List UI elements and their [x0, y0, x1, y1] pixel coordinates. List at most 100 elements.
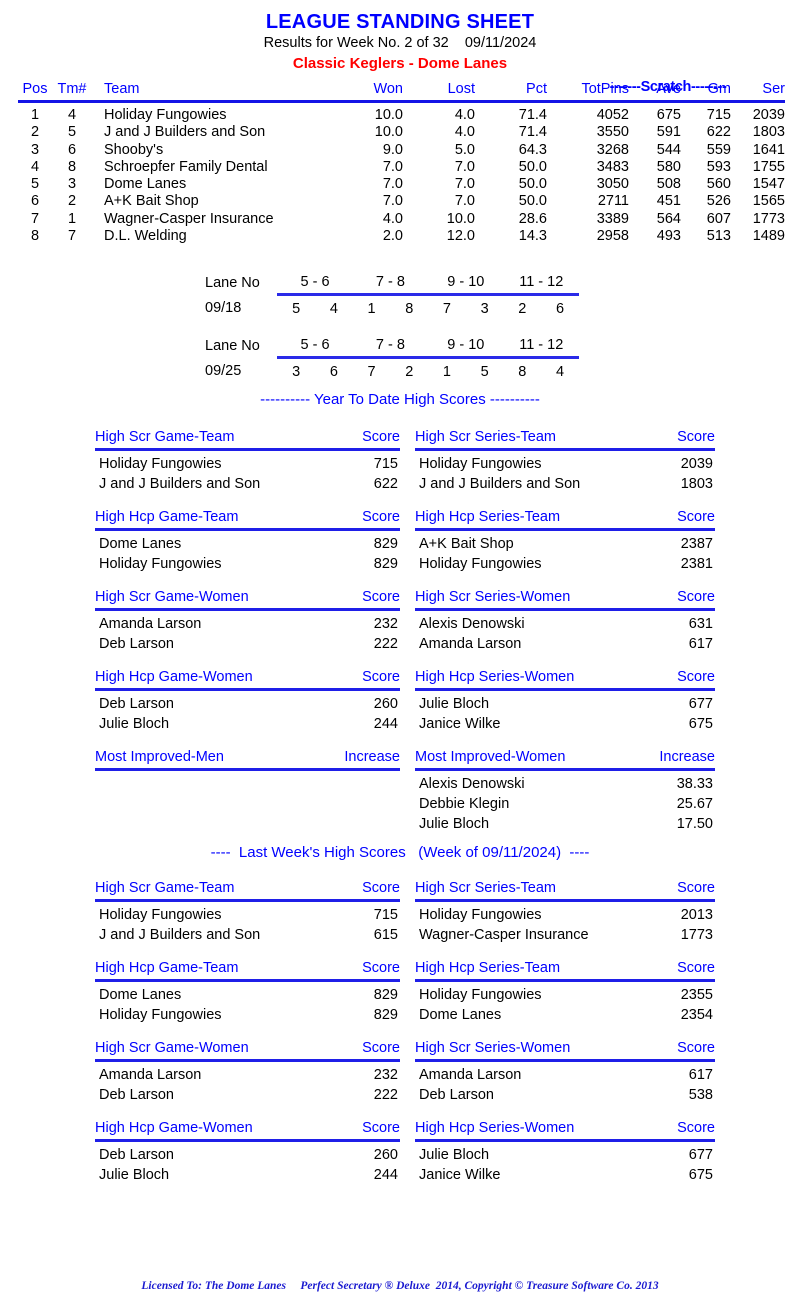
- standings-cell-ave: 564: [656, 210, 681, 227]
- high-score-column-header[interactable]: High Hcp Game-Women Score: [95, 1119, 400, 1142]
- high-score-rows: Alexis Denowski 631 Amanda Larson 617: [415, 611, 715, 654]
- standings-cell-tm: 4: [67, 107, 77, 123]
- high-score-category-title: High Scr Game-Women: [95, 589, 249, 605]
- standings-cell-pct: 50.0: [518, 193, 547, 210]
- high-score-column-header[interactable]: High Scr Series-Team Score: [415, 428, 715, 451]
- high-score-category-title: High Hcp Series-Women: [415, 669, 575, 685]
- high-score-column-header[interactable]: High Scr Series-Women Score: [415, 1039, 715, 1062]
- high-score-column-header[interactable]: High Scr Game-Team Score: [95, 879, 400, 902]
- lane-matchup-row[interactable]: 09/18 5 4 1 8 7 3 2 6: [205, 295, 579, 320]
- high-score-entry-name: Holiday Fungowies: [419, 456, 542, 472]
- high-score-entry-name: J and J Builders and Son: [99, 476, 261, 492]
- page-subtitle: Results for Week No. 2 of 32 09/11/2024: [263, 35, 537, 51]
- lane-no-label: Lane No: [205, 338, 260, 355]
- high-score-column-header[interactable]: High Hcp Series-Team Score: [415, 959, 715, 982]
- column-header-pos[interactable]: Pos: [18, 80, 52, 103]
- standings-cell-gm: 513: [706, 228, 731, 245]
- high-score-rows: Dome Lanes 829 Holiday Fungowies 829: [95, 531, 400, 574]
- list-item: Deb Larson 260: [95, 1145, 400, 1165]
- high-score-value-header: Score: [362, 1120, 400, 1136]
- standings-body: 1 4 Holiday Fungowies 10.0 4.0 71.4 4052 675 715…: [18, 102, 785, 246]
- column-header-won[interactable]: Won: [331, 80, 403, 103]
- lane-matchup-row[interactable]: 09/25 3 6 7 2 1 5 8 4: [205, 358, 579, 383]
- column-header-team[interactable]: Team: [92, 80, 331, 103]
- high-score-entry-value: 2013: [680, 907, 713, 923]
- high-score-entry-name: Julie Bloch: [99, 716, 170, 732]
- table-row[interactable]: 5 3 Dome Lanes 7.0 7.0 50.0 3050 508 560 1547: [18, 176, 785, 193]
- standings-cell-totpins: 3550: [596, 124, 629, 141]
- high-score-category-title: Most Improved-Women: [415, 749, 566, 765]
- standings-cell-team: Wagner-Casper Insurance: [104, 210, 274, 227]
- high-score-rows: Holiday Fungowies 2355 Dome Lanes 2354: [415, 982, 715, 1025]
- high-score-entry-name: Janice Wilke: [419, 716, 501, 732]
- high-score-entry-name: Julie Bloch: [99, 1167, 170, 1183]
- list-item: Deb Larson 222: [95, 1085, 400, 1105]
- lane-team-number: 4: [329, 301, 338, 317]
- lane-team-number: 7: [367, 364, 376, 380]
- high-score-entry-value: 615: [373, 927, 398, 943]
- high-score-category-title: Most Improved-Men: [95, 749, 224, 765]
- high-score-value-header: Score: [677, 960, 715, 976]
- high-score-column-header[interactable]: High Scr Game-Women Score: [95, 1039, 400, 1062]
- high-score-column-header[interactable]: High Scr Series-Women Score: [415, 588, 715, 611]
- high-score-column-header[interactable]: High Scr Game-Team Score: [95, 428, 400, 451]
- high-score-column-header[interactable]: High Hcp Game-Women Score: [95, 668, 400, 691]
- high-score-entry-name: J and J Builders and Son: [419, 476, 581, 492]
- high-score-entry-name: Debbie Klegin: [419, 796, 510, 812]
- lane-pair-header: 7 - 8: [352, 272, 429, 296]
- high-score-column-header[interactable]: High Hcp Game-Team Score: [95, 508, 400, 531]
- high-score-column-header[interactable]: Most Improved-Men Increase: [95, 748, 400, 771]
- standings-cell-lost: 10.0: [446, 210, 475, 227]
- list-item: Holiday Fungowies 2381: [415, 554, 715, 574]
- standings-cell-team: Holiday Fungowies: [104, 107, 227, 123]
- list-item: J and J Builders and Son 1803: [415, 474, 715, 494]
- column-header-team-no[interactable]: Tm#: [52, 80, 92, 103]
- table-row[interactable]: 1 4 Holiday Fungowies 10.0 4.0 71.4 4052 675 715…: [18, 102, 785, 125]
- high-score-column-header[interactable]: High Scr Series-Team Score: [415, 879, 715, 902]
- lane-schedule-section: Lane No 5 - 67 - 89 - 10 11 - 12 09/18 5 4 1 8 7…: [205, 272, 595, 398]
- high-score-rows: Holiday Fungowies 715 J and J Builders and…: [95, 902, 400, 945]
- table-row[interactable]: 2 5 J and J Builders and Son 10.0 4.0 71.4 355…: [18, 124, 785, 141]
- high-score-rows: Deb Larson 260 Julie Bloch 244: [95, 691, 400, 734]
- lane-header-row: Lane No 5 - 67 - 89 - 10 11 - 12: [205, 272, 579, 296]
- high-score-entry-value: 17.50: [676, 816, 713, 832]
- high-score-entry-name: J and J Builders and Son: [99, 927, 261, 943]
- standings-cell-ser: 2039: [752, 107, 785, 123]
- page-title: LEAGUE STANDING SHEET: [265, 11, 535, 33]
- high-score-entry-name: Deb Larson: [99, 636, 174, 652]
- lane-date: 09/18: [205, 300, 242, 317]
- table-row[interactable]: 6 2 A+K Bait Shop 7.0 7.0 50.0 2711 451 526 1565: [18, 193, 785, 210]
- table-row[interactable]: 3 6 Shooby's 9.0 5.0 64.3 3268 544 559 1641: [18, 142, 785, 159]
- high-score-column-header[interactable]: High Scr Game-Women Score: [95, 588, 400, 611]
- high-score-entry-name: Holiday Fungowies: [419, 987, 542, 1003]
- high-score-value-header: Score: [677, 880, 715, 896]
- high-score-entry-value: 829: [373, 556, 398, 572]
- high-score-column-header[interactable]: Most Improved-Women Increase: [415, 748, 715, 771]
- column-header-lost[interactable]: Lost: [403, 80, 475, 103]
- list-item: Holiday Fungowies 829: [95, 1005, 400, 1025]
- high-score-column-header[interactable]: High Hcp Series-Women Score: [415, 668, 715, 691]
- high-score-value-header: Increase: [659, 749, 715, 765]
- standings-cell-team: A+K Bait Shop: [104, 193, 199, 210]
- standings-cell-gm: 607: [706, 210, 731, 227]
- high-score-value-header: Score: [362, 1040, 400, 1056]
- table-row[interactable]: 4 8 Schroepfer Family Dental 7.0 7.0 50.0 3483…: [18, 159, 785, 176]
- high-score-category-title: High Hcp Game-Team: [95, 960, 239, 976]
- lane-date: 09/25: [205, 363, 242, 380]
- standings-cell-tm: 1: [67, 210, 77, 227]
- high-score-column-header[interactable]: High Hcp Series-Women Score: [415, 1119, 715, 1142]
- high-score-column-header[interactable]: High Hcp Series-Team Score: [415, 508, 715, 531]
- high-score-block: High Scr Game-Women Score Amanda Larson 232…: [95, 588, 795, 654]
- high-score-column-header[interactable]: High Hcp Game-Team Score: [95, 959, 400, 982]
- high-score-category-title: High Scr Series-Women: [415, 1040, 571, 1056]
- high-score-column-left: High Scr Game-Team Score Holiday Fungowies…: [95, 879, 400, 945]
- high-score-entry-value: 631: [688, 616, 713, 632]
- standings-cell-tm: 6: [67, 141, 77, 158]
- high-score-block: High Hcp Game-Women Score Deb Larson 260 Jul…: [95, 1119, 795, 1185]
- table-row[interactable]: 7 1 Wagner-Casper Insurance 4.0 10.0 28.6 3389…: [18, 211, 785, 228]
- standings-cell-won: 7.0: [382, 158, 403, 175]
- standings-cell-won: 10.0: [374, 124, 403, 141]
- standings-cell-lost: 5.0: [454, 141, 475, 158]
- column-header-pct[interactable]: Pct: [475, 80, 547, 103]
- table-row[interactable]: 8 7 D.L. Welding 2.0 12.0 14.3 2958 493 513 1489: [18, 228, 785, 245]
